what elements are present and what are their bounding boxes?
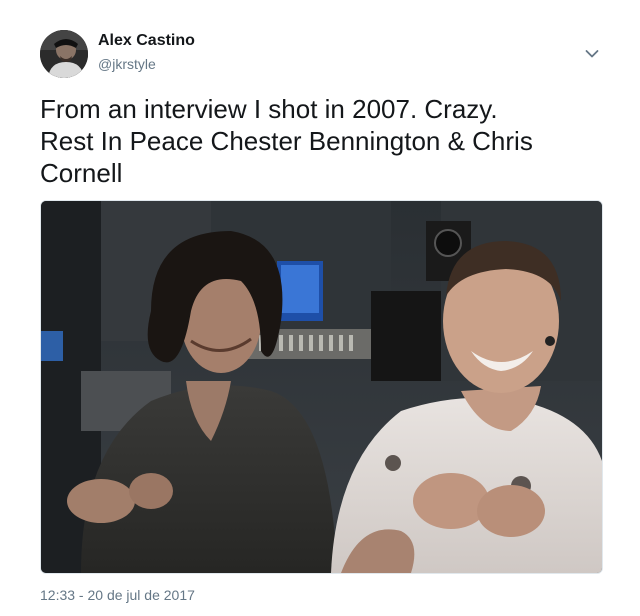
author-name[interactable]: Alex Castino — [98, 32, 195, 50]
tweet-timestamp[interactable]: 12:33 - 20 de jul de 2017 — [40, 587, 195, 603]
tweet-card: Alex Castino @jkrstyle From an interview… — [0, 0, 640, 616]
author-handle[interactable]: @jkrstyle — [98, 56, 156, 72]
tweet-text-line: Rest In Peace Chester Bennington & Chris — [40, 126, 533, 156]
avatar[interactable] — [40, 30, 88, 78]
tweet-text: From an interview I shot in 2007. Crazy.… — [40, 93, 600, 189]
tweet-photo[interactable]: a t — [40, 200, 603, 574]
tweet-text-line: Cornell — [40, 158, 123, 188]
tweet-text-line: From an interview I shot in 2007. Crazy. — [40, 94, 498, 124]
tweet-options-button[interactable] — [582, 44, 602, 64]
chevron-down-icon — [585, 50, 599, 58]
